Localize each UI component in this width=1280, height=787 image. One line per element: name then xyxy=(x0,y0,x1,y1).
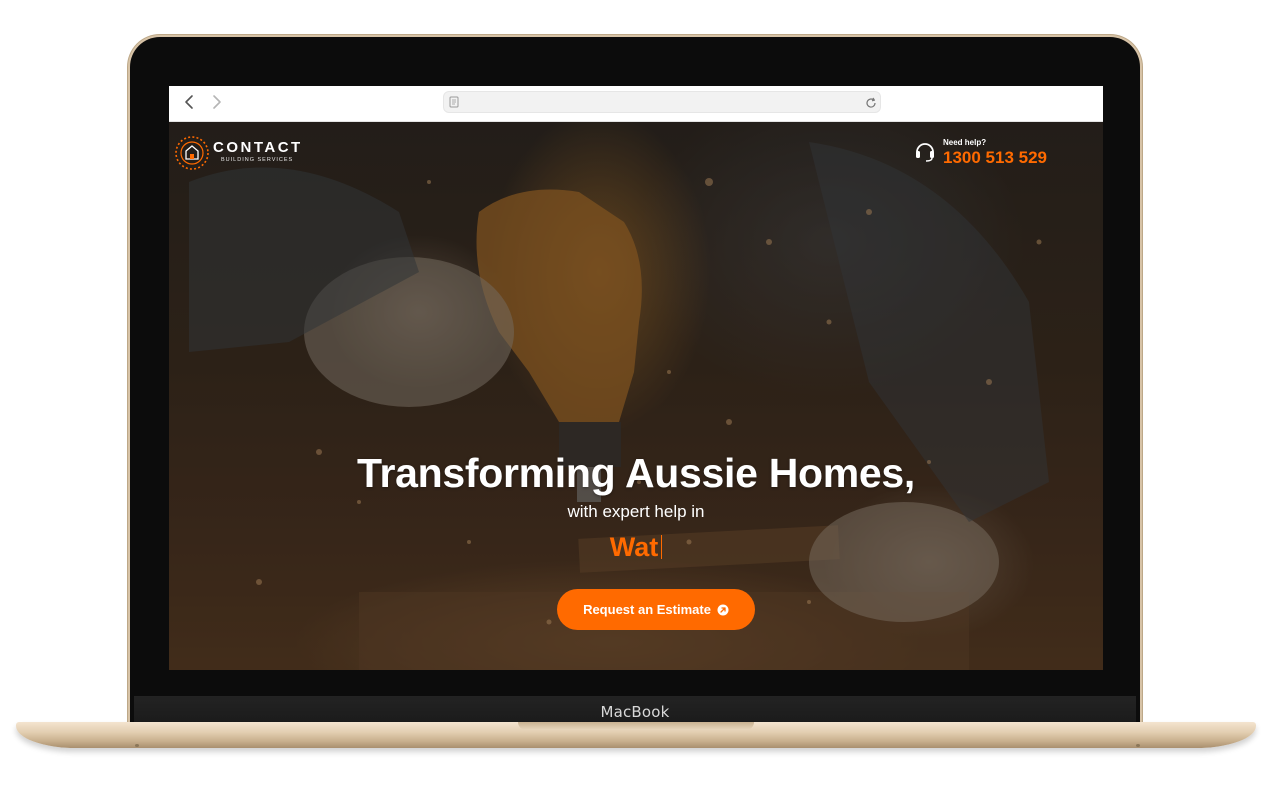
hero-section: CONTACT BUILDING SERVICES Need help? 130… xyxy=(169,122,1103,670)
device-mockup: MacBook CONTACT BUILDING SERVICES Need h… xyxy=(0,0,1280,787)
page-icon xyxy=(449,95,459,108)
arrow-up-right-circle-icon xyxy=(717,604,729,615)
request-estimate-button[interactable]: Request an Estimate xyxy=(557,589,755,630)
typed-service-word: Wat xyxy=(609,532,659,562)
request-estimate-label: Request an Estimate xyxy=(583,602,711,617)
hero-headline: Transforming Aussie Homes, xyxy=(357,450,915,496)
site-logo[interactable]: CONTACT BUILDING SERVICES xyxy=(173,132,323,172)
reload-icon[interactable] xyxy=(865,96,877,108)
logo-title: CONTACT xyxy=(213,139,303,156)
laptop-foot xyxy=(135,744,139,747)
hero-overlay xyxy=(169,122,1103,670)
logo-mark-icon xyxy=(175,136,209,170)
laptop-foot xyxy=(1136,744,1140,747)
laptop-notch xyxy=(518,722,754,730)
device-label: MacBook xyxy=(600,703,670,721)
help-label: Need help? xyxy=(943,138,987,147)
chevron-right-icon[interactable] xyxy=(207,92,225,112)
chevron-left-icon[interactable] xyxy=(181,92,199,112)
logo-subtitle: BUILDING SERVICES xyxy=(221,157,294,163)
hero-subheadline: with expert help in xyxy=(567,502,705,521)
phone-number-link[interactable]: 1300 513 529 xyxy=(943,148,1047,168)
typed-service-text: Wat xyxy=(169,532,1103,563)
browser-toolbar xyxy=(169,86,1103,122)
typing-caret xyxy=(661,535,663,559)
address-bar[interactable] xyxy=(443,91,881,113)
screen: CONTACT BUILDING SERVICES Need help? 130… xyxy=(169,86,1103,670)
headset-icon xyxy=(916,143,934,162)
help-contact[interactable]: Need help? 1300 513 529 xyxy=(914,136,1084,172)
